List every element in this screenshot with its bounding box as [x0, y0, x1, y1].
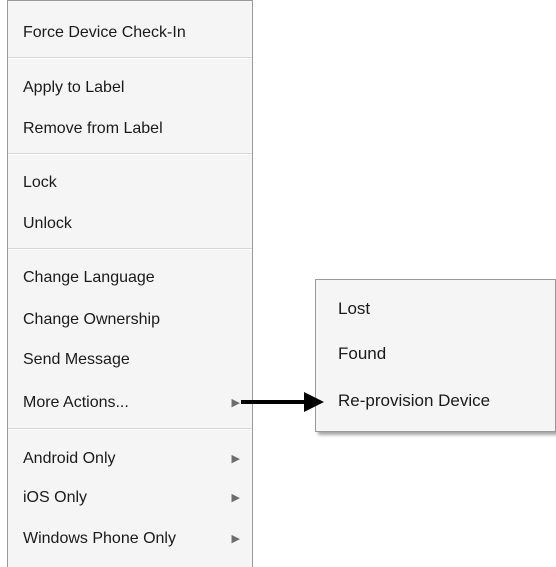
- right-arrow-icon: [241, 392, 324, 412]
